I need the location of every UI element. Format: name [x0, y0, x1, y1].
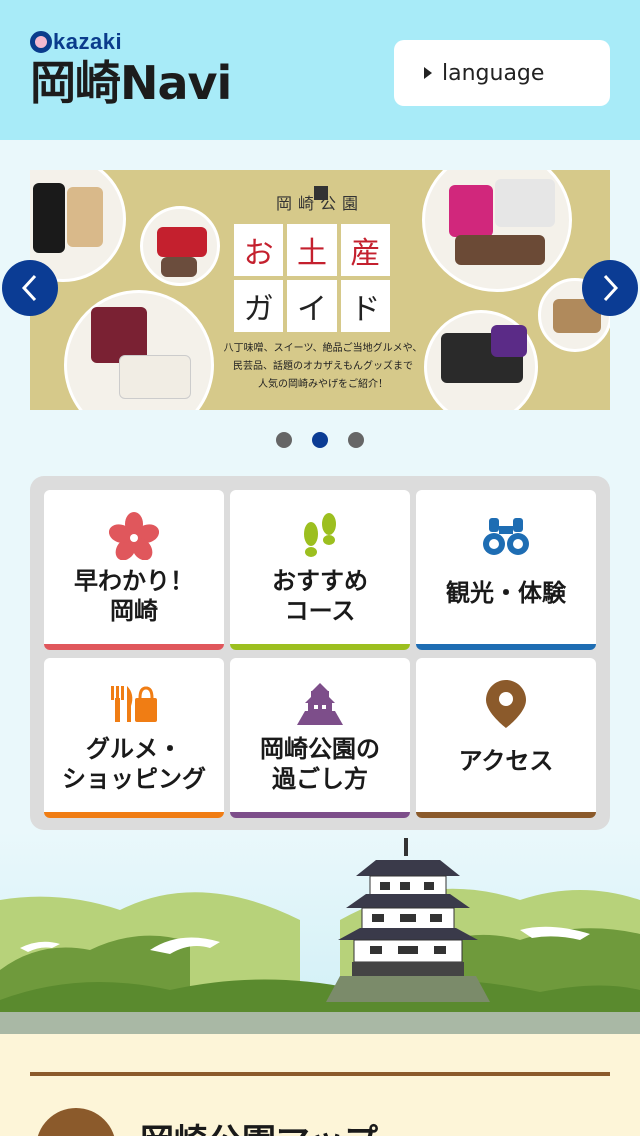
- logo-o-icon: [30, 31, 52, 53]
- carousel-dot-1[interactable]: [276, 432, 292, 448]
- carousel-prev-button[interactable]: [2, 260, 58, 316]
- carousel-dot-2[interactable]: [312, 432, 328, 448]
- banner-description-line: 八丁味噌、スイーツ、絶品ご当地グルメや、: [223, 343, 423, 354]
- main-menu: 早わかり！ 岡崎 おすすめ コース 観光・体験 グルメ・ ショッピング 岡崎公園…: [30, 476, 610, 830]
- menu-tile-label: アクセス: [458, 747, 554, 775]
- banner-char: ド: [340, 280, 390, 332]
- language-label: language: [442, 60, 545, 86]
- menu-tile-park-guide[interactable]: 岡崎公園の 過ごし方: [230, 658, 410, 818]
- banner-title: 岡崎公園: [275, 194, 364, 213]
- binoculars-icon: [480, 512, 532, 560]
- menu-tile-accent: [44, 644, 224, 650]
- menu-tile-label: 観光・体験: [446, 579, 566, 607]
- language-button[interactable]: language: [394, 40, 610, 106]
- banner-souvenir-guide[interactable]: 岡崎公園 お 土 産 ガ イ ド 八丁味噌、スイーツ、絶品ご当地グルメや、 民芸…: [30, 170, 610, 410]
- sakura-icon: [108, 512, 160, 560]
- product-photo: [424, 310, 538, 410]
- banner-description: 八丁味噌、スイーツ、絶品ご当地グルメや、 民芸品、話題のオカザえもんグッズまで …: [208, 340, 438, 394]
- logo-title: 岡崎Navi: [30, 56, 232, 110]
- park-map-section: 岡崎公園マップ: [0, 1034, 640, 1136]
- menu-tile-accent: [416, 812, 596, 818]
- menu-tile-overview[interactable]: 早わかり！ 岡崎: [44, 490, 224, 650]
- menu-tile-accent: [416, 644, 596, 650]
- menu-tile-label: 岡崎公園の 過ごし方: [260, 735, 380, 793]
- carousel-dots: [0, 432, 640, 452]
- menu-tile-accent: [44, 812, 224, 818]
- footprints-icon: [294, 512, 346, 560]
- banner-char: イ: [287, 280, 337, 332]
- product-photo: [140, 206, 220, 286]
- banner-char: お: [234, 224, 284, 276]
- menu-tile-label: グルメ・ ショッピング: [62, 735, 206, 793]
- menu-tile-label: 早わかり！ 岡崎: [74, 567, 194, 625]
- menu-tile-accent: [230, 644, 410, 650]
- logo-subtitle: kazaki: [30, 29, 122, 54]
- okazaki-castle-illustration: [0, 830, 640, 1034]
- banner-description-line: 民芸品、話題のオカザえもんグッズまで: [233, 361, 413, 372]
- menu-tile-courses[interactable]: おすすめ コース: [230, 490, 410, 650]
- banner-char: ガ: [234, 280, 284, 332]
- carousel-dot-3[interactable]: [348, 432, 364, 448]
- map-pin-icon: [36, 1108, 116, 1136]
- header: kazaki 岡崎Navi language: [0, 0, 640, 140]
- fork-knife-bag-icon: [108, 680, 160, 728]
- menu-tile-access[interactable]: アクセス: [416, 658, 596, 818]
- banner-heading: お 土 産 ガ イ ド: [234, 224, 390, 332]
- product-photo: [64, 290, 214, 410]
- banner-description-line: 人気の岡崎みやげをご紹介！: [258, 379, 388, 390]
- logo[interactable]: kazaki 岡崎Navi: [30, 29, 290, 114]
- menu-tile-label: おすすめ コース: [272, 567, 368, 625]
- product-photo: [422, 170, 572, 292]
- chevron-left-icon: [21, 274, 37, 302]
- castle-icon: [294, 680, 346, 728]
- carousel: 岡崎公園 お 土 産 ガ イ ド 八丁味噌、スイーツ、絶品ご当地グルメや、 民芸…: [0, 170, 640, 410]
- section-divider: [30, 1072, 610, 1076]
- menu-tile-sightseeing[interactable]: 観光・体験: [416, 490, 596, 650]
- banner-char: 産: [340, 224, 390, 276]
- section-title[interactable]: 岡崎公園マップ: [140, 1114, 378, 1136]
- banner-char: 土: [287, 224, 337, 276]
- caret-right-icon: [424, 67, 432, 79]
- map-pin-icon: [480, 680, 532, 728]
- menu-tile-accent: [230, 812, 410, 818]
- menu-tile-gourmet-shopping[interactable]: グルメ・ ショッピング: [44, 658, 224, 818]
- carousel-next-button[interactable]: [582, 260, 638, 316]
- chevron-right-icon: [603, 274, 619, 302]
